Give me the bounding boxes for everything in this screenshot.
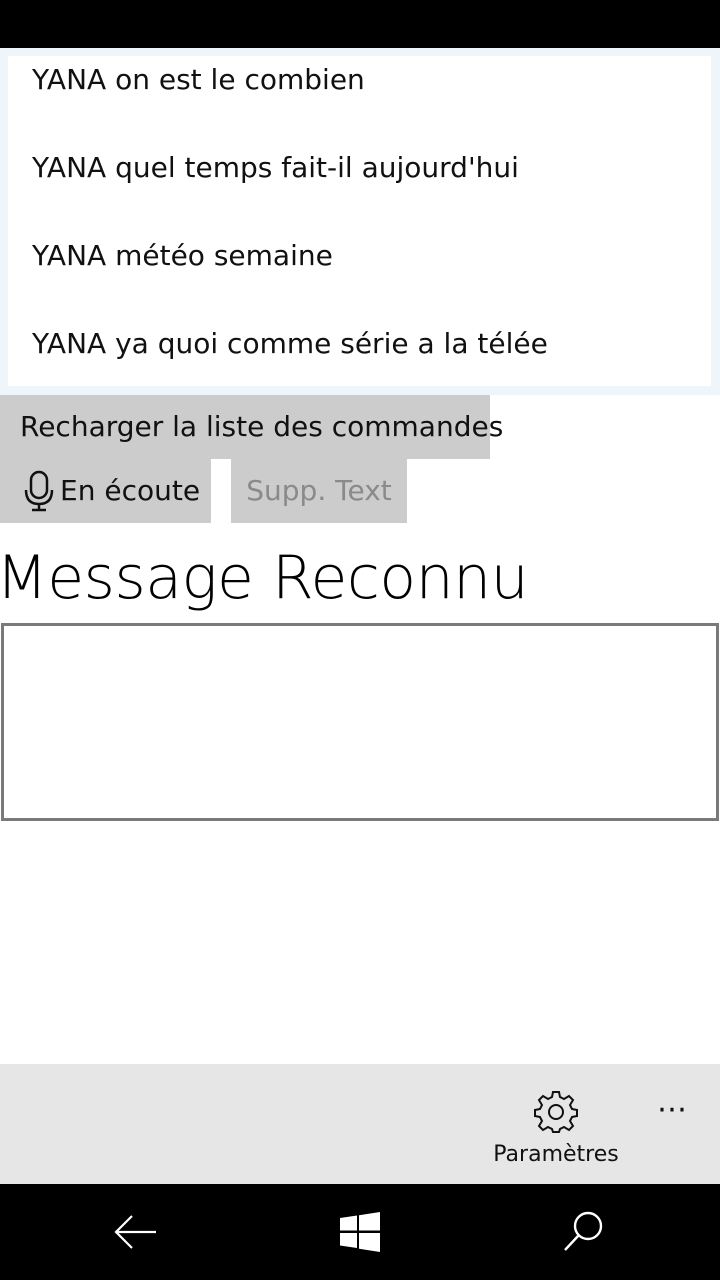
- windows-logo-icon[interactable]: [336, 1208, 384, 1256]
- gear-icon: [534, 1091, 578, 1133]
- clear-text-button[interactable]: Supp. Text: [231, 459, 407, 523]
- status-bar: [0, 0, 720, 48]
- settings-label: Paramètres: [493, 1142, 619, 1167]
- recognized-message-field[interactable]: [1, 623, 719, 821]
- command-item[interactable]: YANA on est le combien: [32, 56, 702, 110]
- command-item[interactable]: YANA quel temps fait-il aujourd'hui: [32, 138, 702, 198]
- listen-button-label: En écoute: [60, 474, 201, 507]
- command-item[interactable]: YANA ya quoi comme série a la télée: [32, 314, 702, 374]
- settings-button[interactable]: Paramètres: [490, 1080, 622, 1180]
- microphone-icon: [24, 470, 54, 512]
- search-icon[interactable]: [560, 1208, 608, 1256]
- listen-button[interactable]: En écoute: [0, 459, 211, 523]
- back-arrow-icon[interactable]: [112, 1208, 160, 1256]
- reload-commands-button[interactable]: Recharger la liste des commandes: [0, 395, 503, 459]
- command-list[interactable]: YANA on est le combien YANA quel temps f…: [8, 56, 711, 386]
- recognized-message-title: Message Reconnu: [0, 543, 529, 613]
- more-options-button[interactable]: ⋯: [648, 1090, 696, 1130]
- command-item[interactable]: YANA météo semaine: [32, 226, 702, 286]
